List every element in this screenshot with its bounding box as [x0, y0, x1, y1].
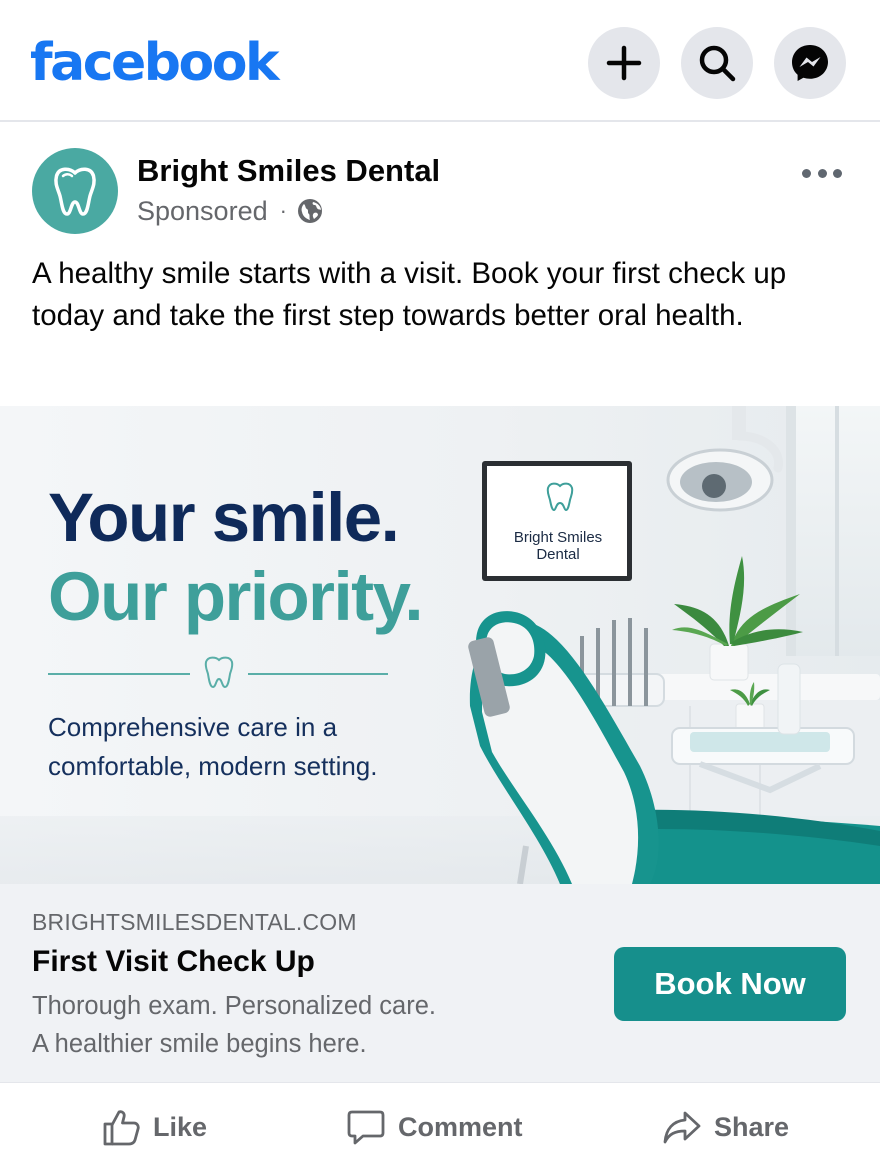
creative-subtext: Comprehensive care in a comfortable, mod…	[48, 712, 378, 781]
book-now-button[interactable]: Book Now	[614, 947, 846, 1021]
top-bar: facebook	[0, 0, 880, 122]
post-caption: A healthy smile starts with a visit. Boo…	[32, 257, 787, 332]
monitor-line-1: Bright Smiles	[513, 529, 603, 546]
tooth-divider	[48, 656, 388, 689]
link-description-line-1: Thorough exam. Personalized care.	[32, 992, 436, 1020]
meta-separator: ·	[279, 198, 287, 223]
like-label: Like	[153, 1111, 208, 1142]
ad-creative-image[interactable]: Your smile. Our priority. Comprehensive …	[0, 406, 880, 884]
creative-headline-1: Your smile.	[48, 479, 400, 556]
comment-button[interactable]: Comment	[346, 1103, 523, 1151]
search-icon	[699, 45, 736, 82]
search-button[interactable]	[681, 27, 753, 99]
link-description-line-2: A healthier smile begins here.	[32, 1030, 367, 1058]
globe-icon	[297, 199, 322, 223]
comment-label: Comment	[398, 1111, 523, 1142]
thumbs-up-icon	[103, 1110, 140, 1146]
link-description: Thorough exam. Personalized care. A heal…	[32, 987, 592, 1063]
messenger-icon	[792, 45, 828, 81]
page-avatar[interactable]	[32, 148, 118, 234]
creative-headline-2: Our priority.	[48, 558, 424, 635]
tooth-icon	[204, 656, 234, 689]
share-label: Share	[714, 1111, 790, 1142]
plus-icon	[606, 45, 642, 81]
post-meta: Sponsored ·	[137, 194, 323, 228]
more-dot	[802, 168, 811, 178]
tooth-icon	[54, 167, 96, 216]
link-title[interactable]: First Visit Check Up	[32, 943, 315, 981]
more-dot	[833, 168, 842, 178]
facebook-logo[interactable]: facebook	[30, 30, 280, 96]
post-actions-bar: Like Comment Share	[0, 1082, 880, 1168]
like-button[interactable]: Like	[101, 1103, 207, 1151]
share-icon	[663, 1111, 701, 1144]
link-domain: BRIGHTSMILESDENTAL.COM	[32, 909, 357, 935]
monitor-line-2: Dental	[536, 546, 580, 563]
share-button[interactable]: Share	[662, 1103, 789, 1151]
more-dot	[817, 168, 827, 178]
page-name[interactable]: Bright Smiles Dental	[137, 152, 440, 190]
sponsored-label[interactable]: Sponsored	[137, 194, 268, 228]
more-options-button[interactable]	[798, 158, 846, 188]
messenger-button[interactable]	[774, 27, 846, 99]
comment-icon	[347, 1110, 385, 1145]
create-button[interactable]	[588, 27, 660, 99]
monitor-screen-text: Bright Smiles Dental	[484, 529, 632, 563]
